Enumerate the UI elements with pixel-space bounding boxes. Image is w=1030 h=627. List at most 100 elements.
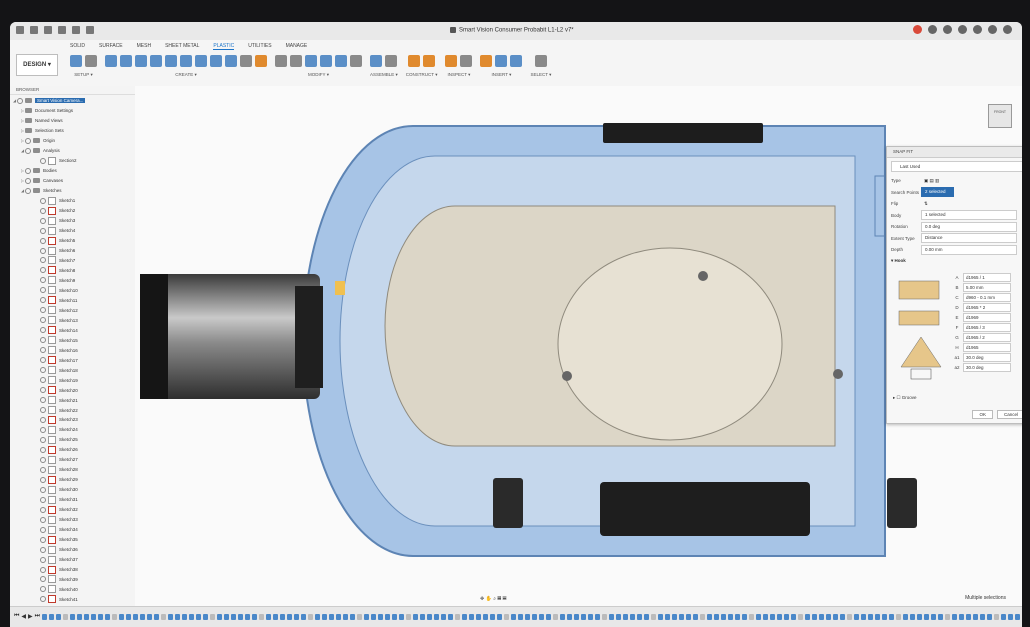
timeline-feature-icon[interactable] [469,613,475,620]
timeline-feature-icon[interactable] [343,613,349,620]
timeline-feature-icon[interactable] [462,613,468,620]
timeline-feature-icon[interactable] [707,613,713,620]
visibility-icon[interactable] [40,456,46,463]
group-setup-label[interactable]: SETUP ▾ [74,72,92,78]
workspace-switcher[interactable]: DESIGN ▾ [16,54,58,76]
visibility-icon[interactable] [40,387,46,394]
tree-item-sketch[interactable]: Sketch29 [10,475,135,485]
tree-item-sketch[interactable]: Sketch33 [10,515,135,525]
timeline-feature-icon[interactable] [938,613,944,620]
visibility-icon[interactable] [25,187,31,194]
tree-item-sketch[interactable]: Sketch37 [10,555,135,565]
timeline-feature-icon[interactable] [154,613,160,620]
timeline-feature-icon[interactable] [434,613,440,620]
ok-button[interactable]: OK [972,410,993,419]
timeline-feature-icon[interactable] [686,613,692,620]
group-modify-label[interactable]: MODIFY ▾ [308,72,329,78]
insert-image-icon[interactable] [510,55,523,67]
zoom-icon[interactable]: ⌕ [493,596,496,602]
timeline-feature-icon[interactable] [161,613,167,620]
search-points-select[interactable]: 2 selected [921,187,954,198]
timeline-feature-icon[interactable] [819,613,825,620]
extent-type-select[interactable]: Distance [921,233,1017,244]
timeline-feature-icon[interactable] [917,613,923,620]
timeline-feature-icon[interactable] [651,613,657,620]
timeline-feature-icon[interactable] [49,613,55,620]
battery-disc[interactable] [557,247,783,441]
display-settings-icon[interactable]: ▦ [497,596,501,602]
tree-item-sketch[interactable]: Sketch15 [10,335,135,345]
timeline-feature-icon[interactable] [511,613,517,620]
tree-item-sketch[interactable]: Sketch39 [10,575,135,585]
dim-input[interactable]: 30.0 deg [963,353,1011,363]
tree-item-sketch[interactable]: Sketch18 [10,365,135,375]
timeline-feature-icon[interactable] [567,613,573,620]
timeline-feature-icon[interactable] [399,613,405,620]
revolve-icon[interactable] [135,55,147,67]
timeline-feature-icon[interactable] [70,613,76,620]
tree-item-sketch[interactable]: Sketch9 [10,275,135,285]
timeline-feature-icon[interactable] [301,613,307,620]
timeline-feature-icon[interactable] [406,613,412,620]
timeline-feature-icon[interactable] [609,613,615,620]
timeline-feature-icon[interactable] [420,613,426,620]
rules-icon[interactable] [85,55,97,67]
tab-surface[interactable]: SURFACE [99,43,123,50]
timeline-feature-icon[interactable] [854,613,860,620]
timeline-feature-icon[interactable] [392,613,398,620]
timeline-feature-icon[interactable] [217,613,223,620]
visibility-icon[interactable] [40,357,46,364]
group-select-label[interactable]: SELECT ▾ [530,72,551,78]
avatar[interactable] [1003,25,1012,34]
visibility-icon[interactable] [25,167,31,174]
visibility-icon[interactable] [40,536,46,543]
timeline-end-icon[interactable]: ⏭ [35,613,40,620]
visibility-icon[interactable] [25,137,31,144]
timeline-feature-icon[interactable] [238,613,244,620]
timeline-feature-icon[interactable] [924,613,930,620]
pattern-icon[interactable] [240,55,252,67]
timeline-feature-icon[interactable] [364,613,370,620]
timeline-feature-icon[interactable] [749,613,755,620]
tree-item-sketch[interactable]: Sketch26 [10,445,135,455]
timeline-feature-icon[interactable] [973,613,979,620]
timeline-feature-icon[interactable] [847,613,853,620]
timeline-feature-icon[interactable] [336,613,342,620]
timeline-feature-icon[interactable] [182,613,188,620]
measure-icon[interactable] [445,55,458,67]
tree-item-sketch[interactable]: Sketch20 [10,385,135,395]
tree-item-sketch[interactable]: Sketch2 [10,206,135,216]
timeline-feature-icon[interactable] [56,613,62,620]
timeline-prev-icon[interactable]: ◀ [21,613,26,620]
save-icon[interactable] [44,26,52,34]
type-icons[interactable]: ▣ ▤ ▥ [921,177,1017,185]
timeline-feature-icon[interactable] [840,613,846,620]
visibility-icon[interactable] [40,337,46,344]
timeline-feature-icon[interactable] [791,613,797,620]
home-icon[interactable] [86,26,94,34]
timeline-feature-icon[interactable] [966,613,972,620]
hook-type-icon[interactable]: ▣ ▤ ▥ [924,178,939,183]
dim-input[interactable]: d1969 [963,312,1011,322]
visibility-icon[interactable] [40,277,46,284]
timeline-feature-icon[interactable] [616,613,622,620]
timeline-feature-icon[interactable] [203,613,209,620]
dim-input[interactable]: 30.0 deg [963,363,1011,373]
chamfer-icon[interactable] [305,55,317,67]
mirror-icon[interactable] [255,55,267,67]
visibility-icon[interactable] [40,287,46,294]
visibility-icon[interactable] [40,586,46,593]
dim-input[interactable]: 5.00 mm [963,282,1011,292]
timeline-feature-icon[interactable] [987,613,993,620]
timeline-feature-icon[interactable] [910,613,916,620]
timeline-feature-icon[interactable] [539,613,545,620]
timeline-feature-icon[interactable] [315,613,321,620]
rotation-input[interactable]: 0.0 deg [921,221,1017,232]
timeline-feature-icon[interactable] [630,613,636,620]
timeline-feature-icon[interactable] [903,613,909,620]
visibility-icon[interactable] [40,397,46,404]
undo-icon[interactable] [58,26,66,34]
axis-icon[interactable] [423,55,436,67]
tree-item-sketch[interactable]: Sketch31 [10,495,135,505]
tab-sheet-metal[interactable]: SHEET METAL [165,43,199,50]
